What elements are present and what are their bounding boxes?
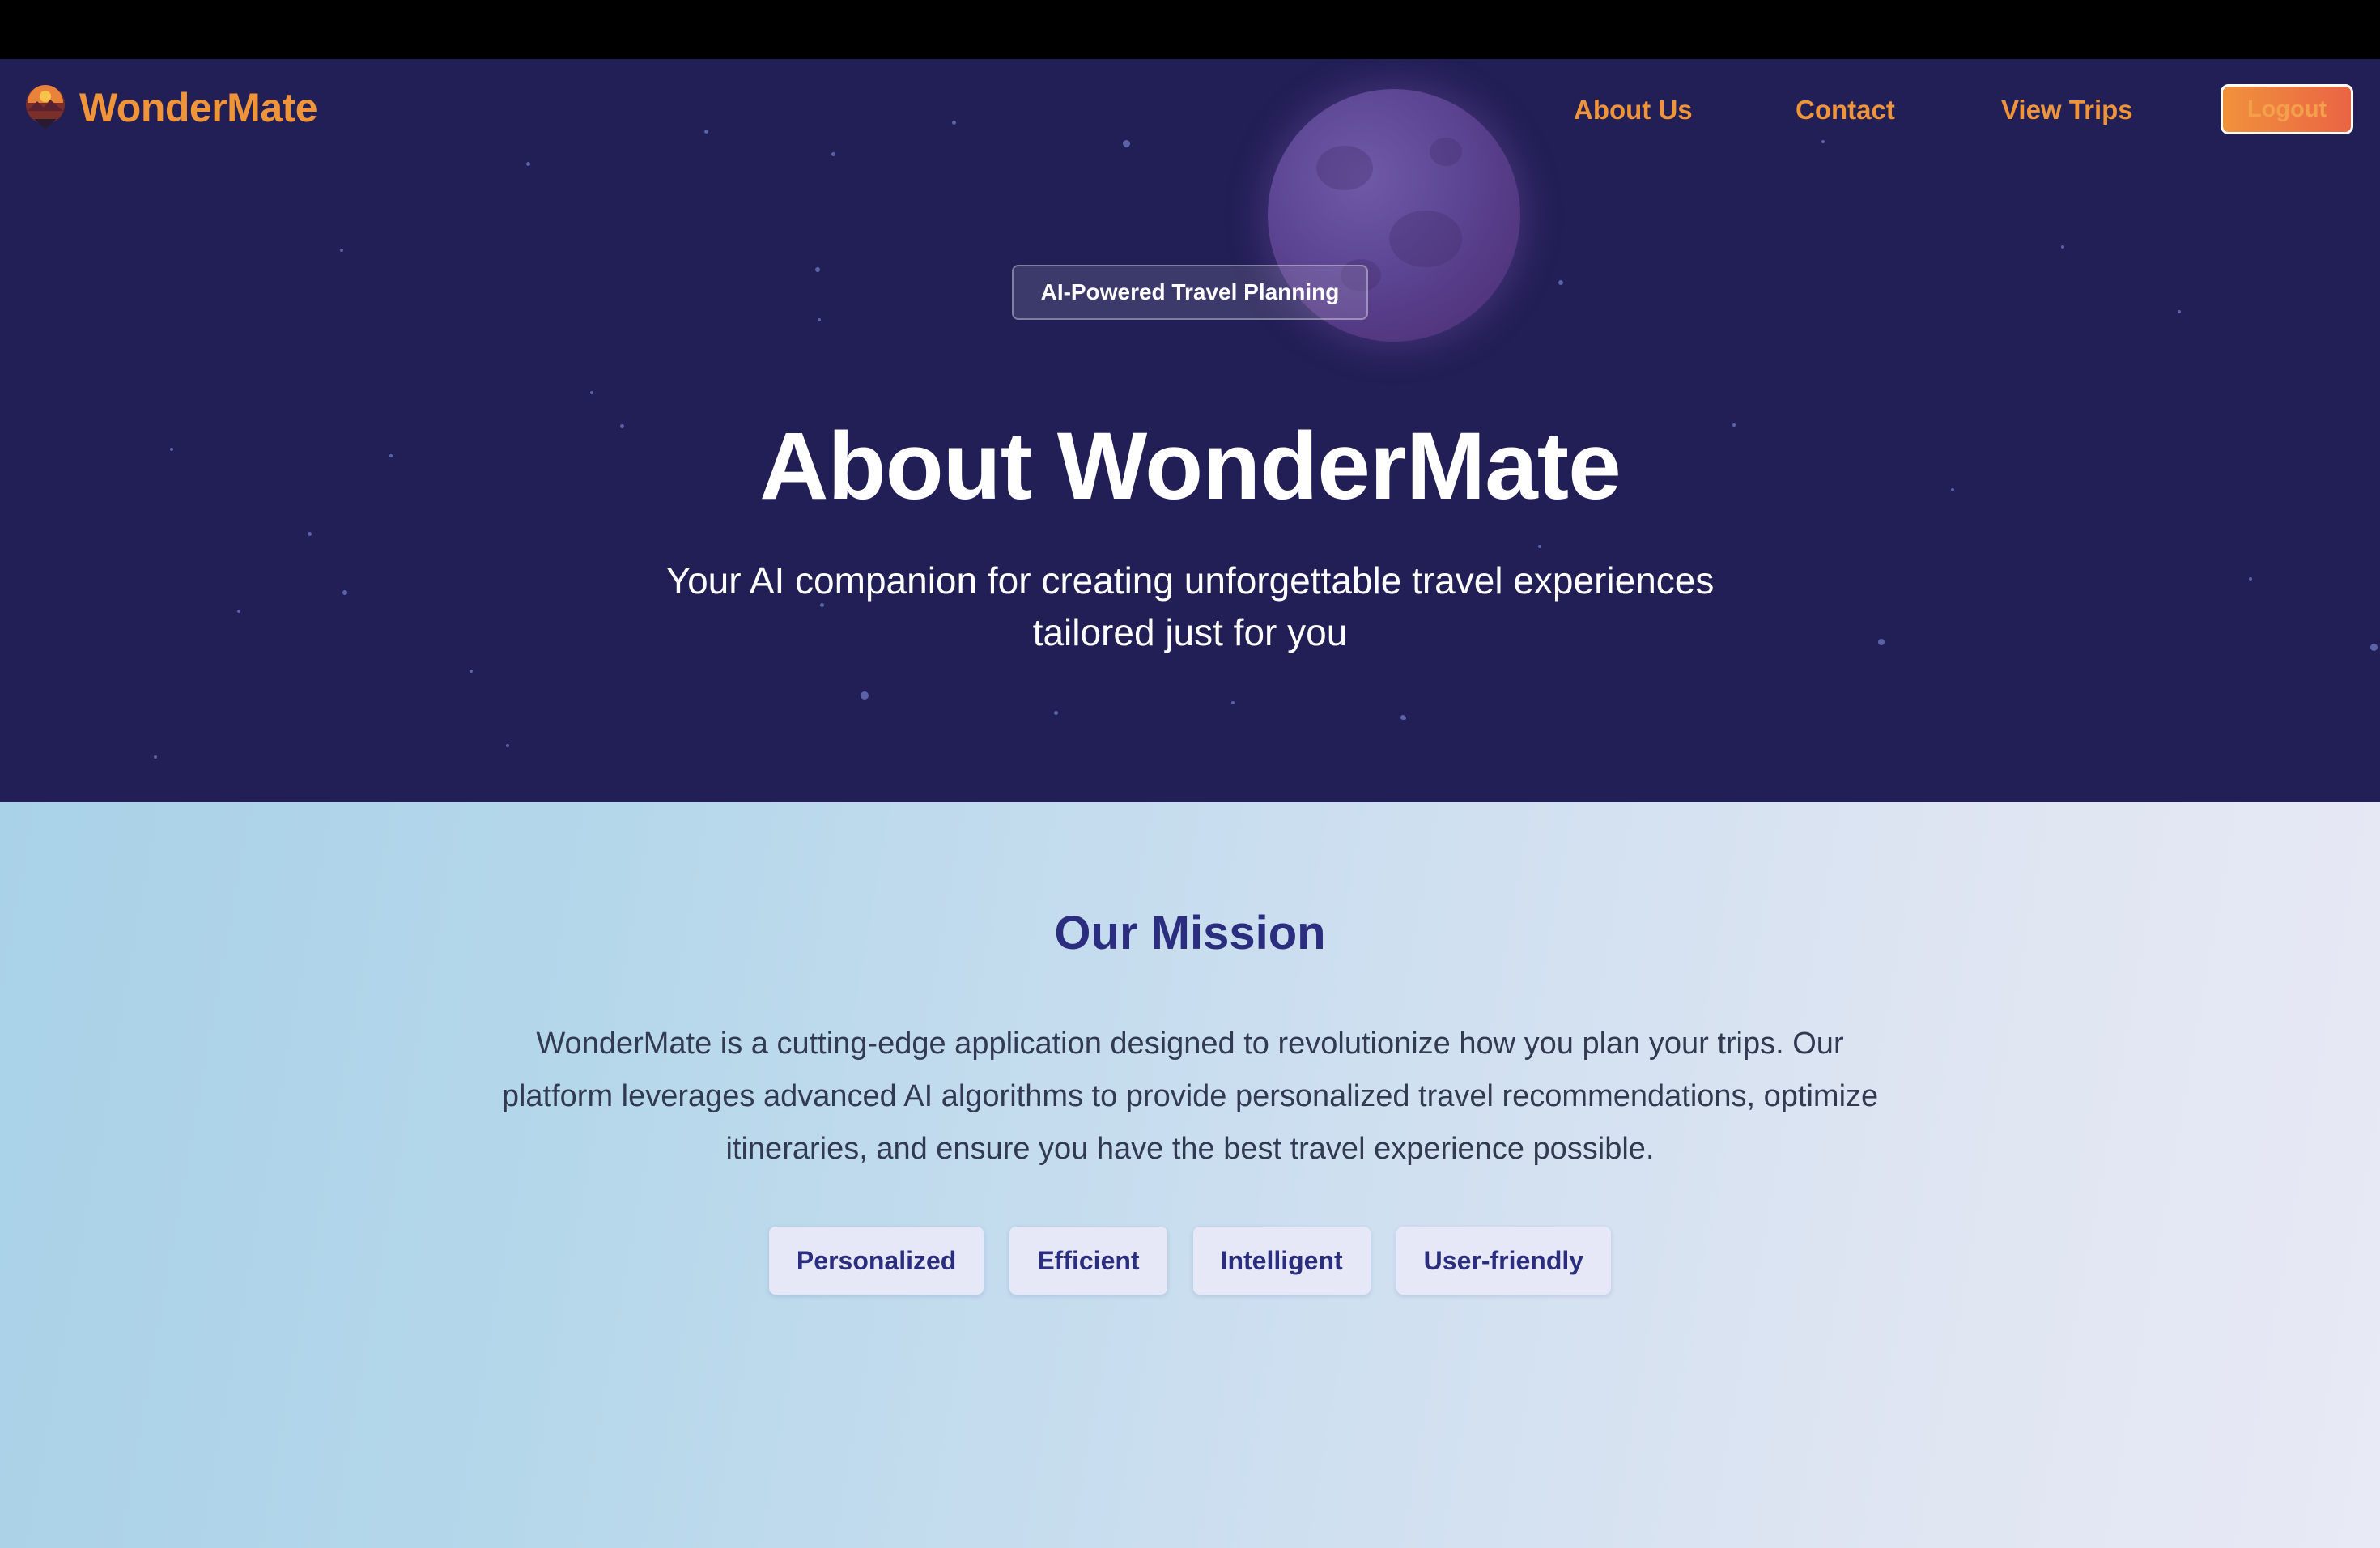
nav-contact[interactable]: Contact xyxy=(1796,95,1895,125)
tag-personalized: Personalized xyxy=(768,1227,984,1295)
star xyxy=(2249,577,2252,580)
star xyxy=(154,755,157,759)
star xyxy=(237,610,240,613)
nav-about-us[interactable]: About Us xyxy=(1574,95,1693,125)
mission-section: Our Mission WonderMate is a cutting-edge… xyxy=(0,802,2380,1548)
star xyxy=(2061,245,2064,249)
hero-badge: AI-Powered Travel Planning xyxy=(1012,265,1368,320)
star xyxy=(861,691,869,700)
browser-top-bar xyxy=(0,0,2380,59)
mountain-sunset-icon xyxy=(24,83,66,132)
star xyxy=(340,249,343,252)
star xyxy=(1878,639,1885,645)
brand-name: WonderMate xyxy=(79,85,318,130)
tag-efficient: Efficient xyxy=(1009,1227,1167,1295)
logout-button[interactable]: Logout xyxy=(2221,84,2353,134)
tag-intelligent: Intelligent xyxy=(1192,1227,1371,1295)
star xyxy=(2370,644,2378,651)
star xyxy=(308,532,312,536)
star xyxy=(470,670,473,673)
mission-tags: Personalized Efficient Intelligent User-… xyxy=(0,1227,2380,1295)
star xyxy=(1054,711,1058,715)
moon-crater xyxy=(1389,211,1462,267)
star xyxy=(815,267,820,272)
star xyxy=(1231,701,1235,704)
nav-view-trips[interactable]: View Trips xyxy=(2001,95,2133,125)
hero-section: AI-Powered Travel Planning About WonderM… xyxy=(0,59,2380,802)
top-navigation: WonderMate About Us Contact View Trips L… xyxy=(0,59,2380,161)
star xyxy=(2178,310,2181,313)
brand-logo[interactable]: WonderMate xyxy=(24,83,318,132)
star xyxy=(506,744,509,747)
star xyxy=(342,590,347,595)
star xyxy=(526,162,530,166)
star xyxy=(590,391,593,394)
tag-user-friendly: User-friendly xyxy=(1396,1227,1612,1295)
star xyxy=(818,318,821,321)
page-title: About WonderMate xyxy=(759,413,1621,520)
mission-description: WonderMate is a cutting-edge application… xyxy=(501,1027,1879,1166)
star xyxy=(1403,717,1406,720)
hero-subtitle: Your AI companion for creating unforgett… xyxy=(665,559,1715,653)
mission-title: Our Mission xyxy=(1054,907,1326,959)
star xyxy=(1538,545,1541,548)
star xyxy=(1558,280,1563,285)
